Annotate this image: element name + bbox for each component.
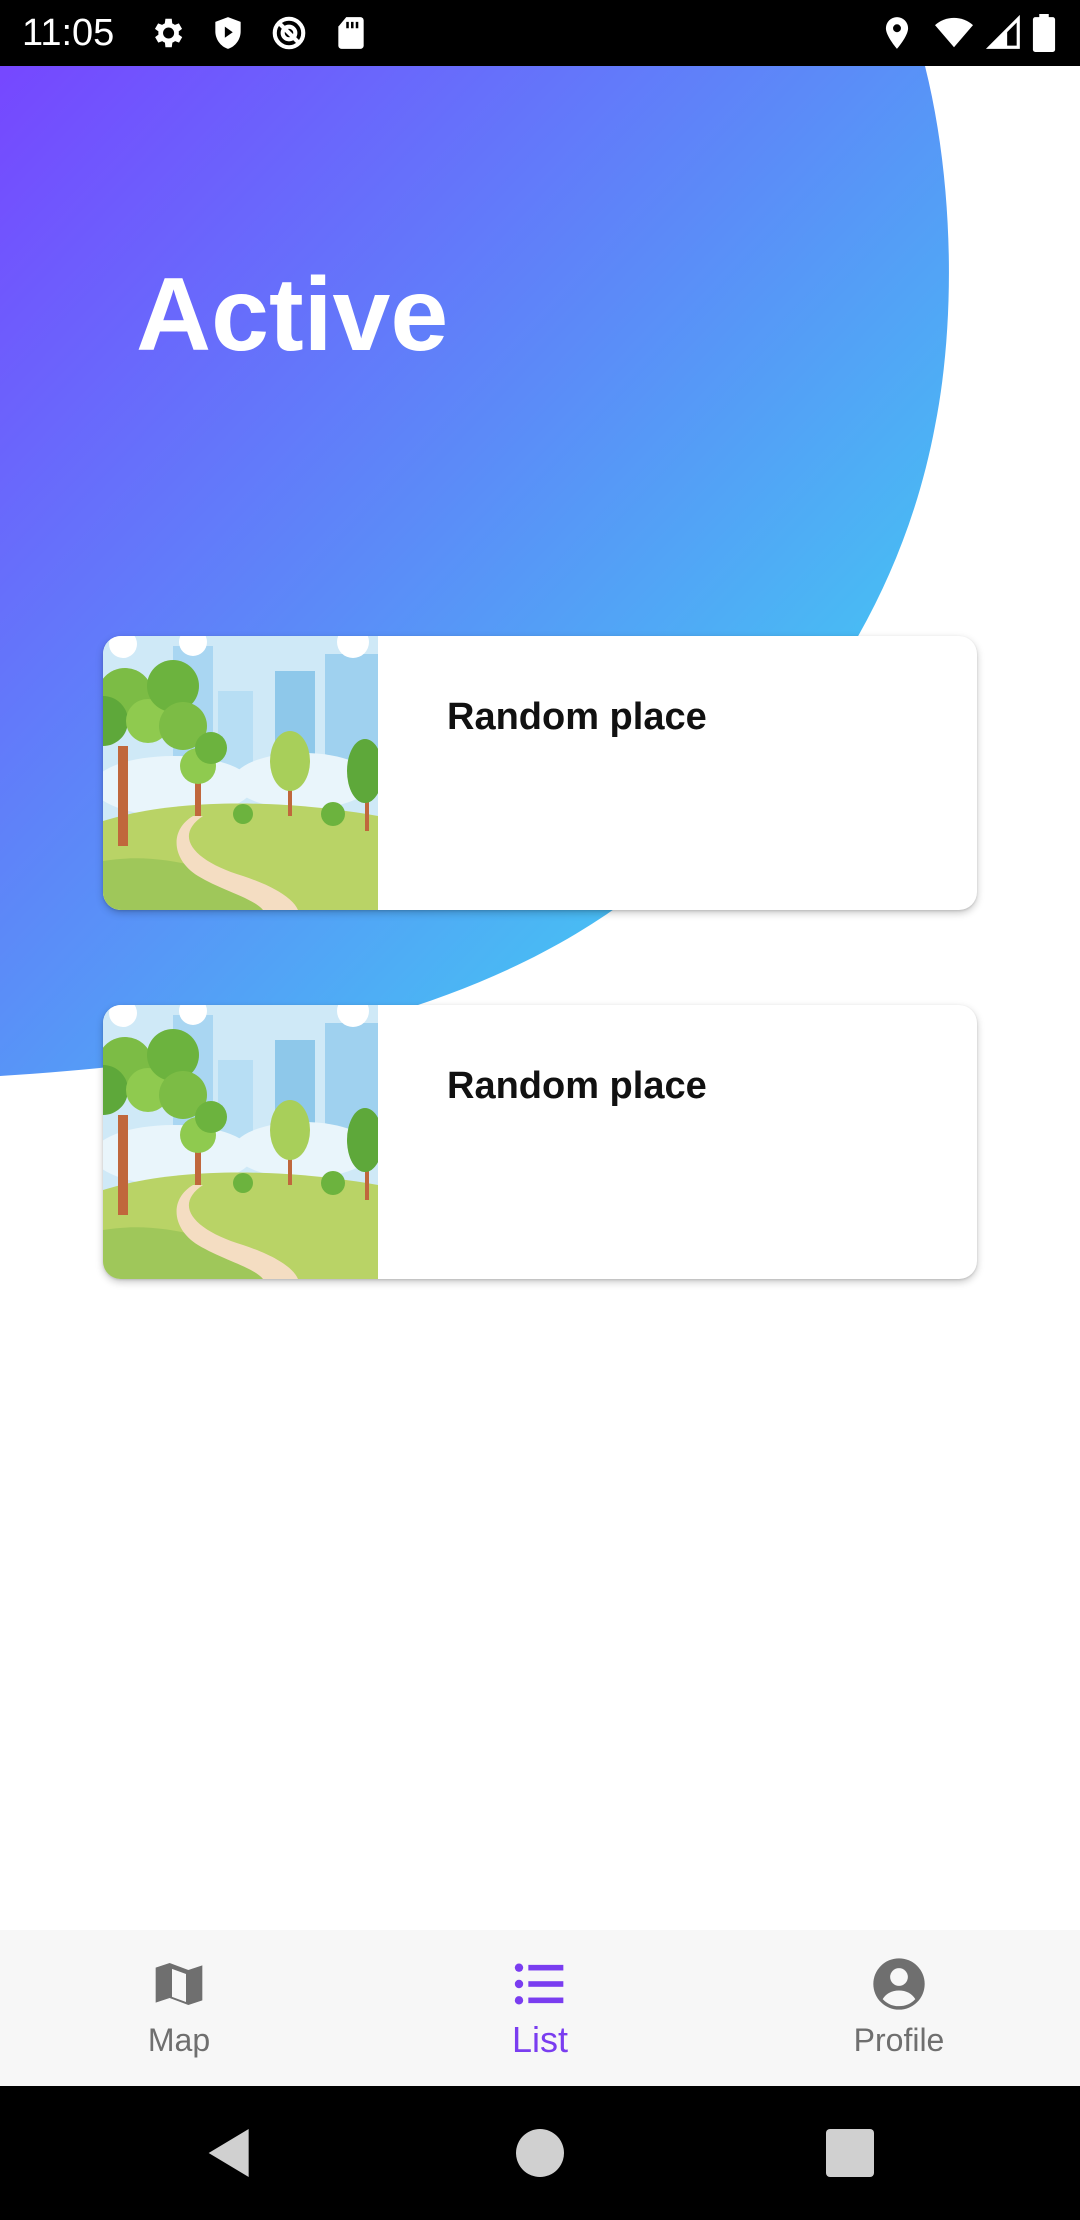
shield-icon bbox=[209, 14, 247, 52]
recents-icon[interactable] bbox=[818, 2121, 882, 2185]
nav-item-map[interactable]: Map bbox=[79, 1930, 279, 2086]
account-circle-icon bbox=[871, 1956, 927, 2012]
location-icon bbox=[878, 14, 916, 52]
nav-item-list[interactable]: List bbox=[440, 1930, 640, 2086]
wifi-icon bbox=[935, 14, 973, 52]
list-icon bbox=[512, 1956, 568, 2012]
bottom-navigation: Map List Profile bbox=[0, 1930, 1080, 2086]
vpn-icon bbox=[270, 14, 308, 52]
nav-label-profile: Profile bbox=[853, 2022, 945, 2058]
park-illustration bbox=[103, 1005, 378, 1279]
status-bar: 11:05 bbox=[0, 0, 1080, 66]
sd-card-icon bbox=[332, 14, 370, 52]
home-icon[interactable] bbox=[508, 2121, 572, 2185]
back-icon[interactable] bbox=[198, 2121, 262, 2185]
place-card[interactable]: Random place bbox=[103, 636, 977, 910]
place-title: Random place bbox=[447, 1065, 707, 1107]
nav-label-map: Map bbox=[147, 2022, 211, 2058]
place-card[interactable]: Random place bbox=[103, 1005, 977, 1279]
signal-icon bbox=[985, 14, 1023, 52]
page-title: Active bbox=[136, 257, 449, 373]
place-title: Random place bbox=[447, 696, 707, 738]
header-background-shape bbox=[0, 66, 1080, 1086]
battery-icon bbox=[1030, 14, 1058, 52]
park-illustration bbox=[103, 636, 378, 910]
status-time: 11:05 bbox=[22, 12, 115, 54]
system-navigation-bar bbox=[0, 2086, 1080, 2220]
nav-item-profile[interactable]: Profile bbox=[799, 1930, 999, 2086]
settings-icon bbox=[148, 14, 186, 52]
nav-label-list: List bbox=[511, 2019, 569, 2060]
map-icon bbox=[151, 1956, 207, 2012]
